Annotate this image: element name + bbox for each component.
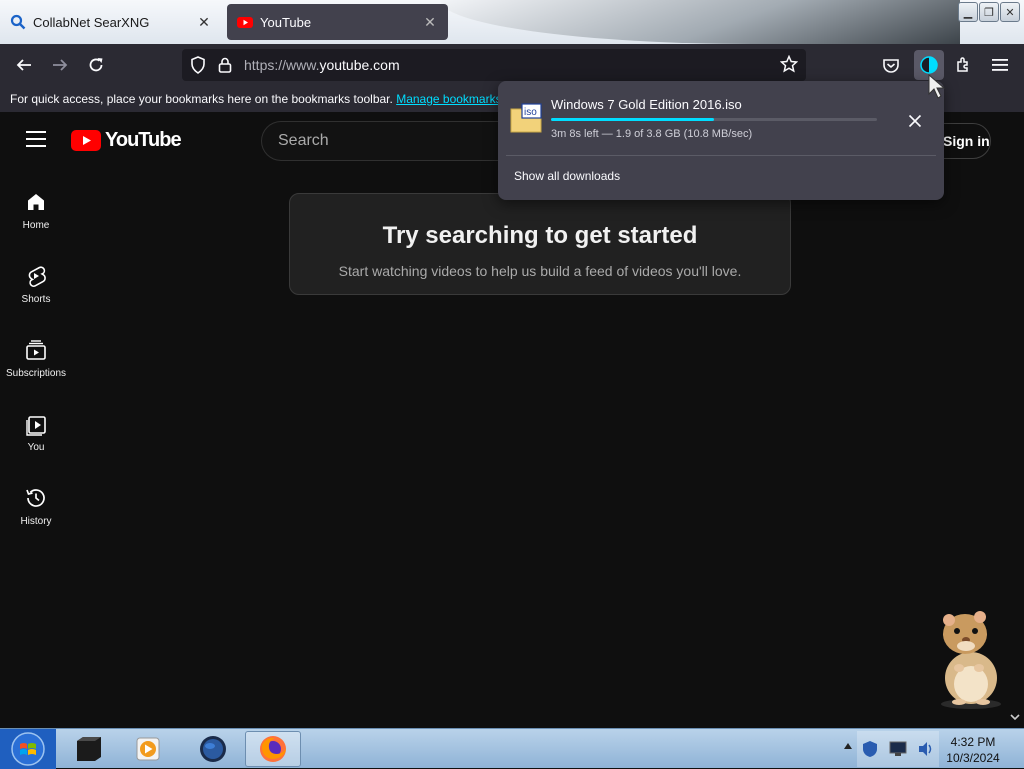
download-status: 3m 8s left — 1.9 of 3.8 GB (10.8 MB/sec) [551,128,753,140]
taskbar-app-terminal[interactable] [61,731,117,767]
sidebar-item-home[interactable]: Home [0,190,72,264]
reload-icon[interactable] [84,53,108,77]
youtube-icon [237,14,253,30]
subscriptions-icon [26,340,46,360]
sidebar-item-label: Shorts [21,294,51,305]
media-player-icon [136,737,160,761]
shorts-icon [28,266,46,287]
sidebar-item-history[interactable]: History [0,486,72,560]
close-tab-icon[interactable]: ✕ [422,14,438,30]
system-tray [857,731,939,767]
restore-button[interactable]: ❐ [979,2,999,22]
clock-date: 10/3/2024 [946,751,1000,765]
shield-icon[interactable] [190,56,206,79]
url-prefix: https://www. [244,57,320,73]
manage-bookmarks-link[interactable]: Manage bookmarks... [396,92,511,106]
url-domain: youtube.com [319,57,400,73]
globe-icon [200,736,226,762]
scroll-down-icon[interactable] [1008,710,1022,724]
home-icon [28,194,44,210]
pocket-icon[interactable] [879,53,903,77]
you-icon [26,416,46,436]
divider [506,155,936,156]
start-button[interactable] [0,729,56,769]
close-window-button[interactable]: ✕ [1000,2,1020,22]
tray-expand-icon[interactable] [843,741,853,751]
url-text[interactable]: https://www.youtube.com [244,57,400,73]
svg-text:iso: iso [524,107,537,118]
extensions-icon[interactable] [952,53,976,77]
cancel-download-icon[interactable] [904,110,926,132]
lock-icon[interactable] [218,56,232,79]
clock-time: 4:32 PM [950,735,996,749]
mouse-cursor-icon [928,74,946,99]
window-controls: ▁ ❐ ✕ [958,2,1020,22]
sidebar-item-label: Home [22,220,50,231]
download-file-name[interactable]: Windows 7 Gold Edition 2016.iso [551,97,742,112]
windows-logo-icon [11,732,45,766]
sidebar-item-label: Subscriptions [5,368,67,379]
empty-feed-subtitle: Start watching videos to help us build a… [338,263,742,279]
tab-collabnet-searxng[interactable]: CollabNet SearXNG ✕ [0,4,222,40]
volume-icon[interactable] [917,740,935,758]
tab-strip: CollabNet SearXNG ✕ YouTube ✕ ▁ ❐ ✕ [0,0,1024,44]
guide-menu-icon[interactable] [26,131,46,147]
taskbar-app-media-player[interactable] [120,731,176,767]
empty-feed-card: Try searching to get started Start watch… [289,193,791,295]
search-placeholder: Search [278,132,329,149]
bookmarks-toolbar-message: For quick access, place your bookmarks h… [10,92,393,106]
minimize-button[interactable]: ▁ [958,2,978,22]
tab-title: YouTube [260,14,312,30]
windows-taskbar: 4:32 PM 10/3/2024 [0,728,1024,769]
search-icon [10,14,26,30]
back-icon[interactable] [12,53,36,77]
youtube-page: YouTube Search Sign in Home Shorts Subsc… [0,112,1024,728]
taskbar-clock[interactable]: 4:32 PM 10/3/2024 [940,734,1006,766]
show-all-downloads-button[interactable]: Show all downloads [514,169,620,183]
terminal-icon [77,737,101,761]
download-progress-icon [920,56,938,74]
taskbar-app-firefox[interactable] [245,731,301,767]
tab-title: CollabNet SearXNG [33,14,150,30]
window-theme-decoration [440,0,960,44]
close-tab-icon[interactable]: ✕ [196,14,212,30]
shield-tray-icon[interactable] [861,740,879,758]
youtube-logo[interactable]: YouTube [71,129,182,152]
hamster-desktop-pet [941,611,1001,709]
logo-text: YouTube [105,129,182,151]
download-progress-bar [551,118,877,121]
taskbar-app-globe[interactable] [185,731,241,767]
download-progress-fill [551,118,714,121]
tab-youtube[interactable]: YouTube ✕ [227,4,448,40]
sidebar-item-subscriptions[interactable]: Subscriptions [0,338,72,412]
empty-feed-title: Try searching to get started [382,222,698,249]
youtube-play-icon [71,130,101,151]
forward-icon[interactable] [48,53,72,77]
sidebar-item-you[interactable]: You [0,412,72,486]
menu-icon[interactable] [988,53,1012,77]
network-icon[interactable] [888,741,908,757]
address-bar[interactable]: https://www.youtube.com [182,49,806,81]
history-icon [26,489,45,507]
sidebar-item-label: You [27,442,45,453]
sidebar-item-label: History [20,516,52,527]
iso-file-icon: iso [510,103,542,133]
firefox-icon [260,736,286,762]
bookmark-star-icon[interactable] [779,54,799,78]
sidebar-item-shorts[interactable]: Shorts [0,264,72,338]
downloads-panel: iso Windows 7 Gold Edition 2016.iso 3m 8… [498,81,944,200]
